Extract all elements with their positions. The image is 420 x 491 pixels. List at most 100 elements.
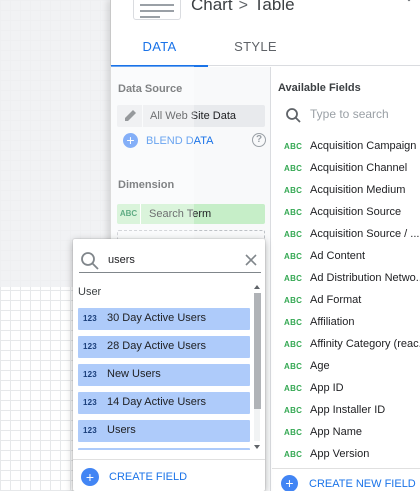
tab-data[interactable]: DATA [111,28,208,67]
available-fields-column: Available Fields Type to search ABC Acqui… [272,67,420,491]
panel-tabs: DATA STYLE [111,28,420,67]
data-source-heading: Data Source [118,83,183,95]
dimension-type-badge: ABC [284,428,303,437]
field-name: Ad Content [310,250,366,262]
dimension-type-badge: ABC [284,230,303,239]
dimension-chip[interactable]: ABC Search Term [117,204,265,224]
chart-type-label: Table [253,0,295,14]
list-item[interactable]: ABC Acquisition Channel [272,158,420,180]
dimension-type-badge: ABC [284,142,303,151]
tab-style[interactable]: STYLE [208,28,303,66]
field-search-input[interactable] [108,254,228,266]
list-item[interactable]: ABC Acquisition Source / ... [272,224,420,246]
panel-header: Chart > Table [111,0,420,26]
field-name: Acquisition Source / ... [310,228,420,240]
chart-label: Chart [191,0,233,14]
list-item[interactable]: 123 30 Day Active Users [78,308,250,330]
plus-circle-icon: + [81,468,99,486]
list-item[interactable]: ABC Acquisition Source [272,202,420,224]
dimension-type-badge: ABC [284,362,303,371]
metric-name: 28 Day Active Users [107,340,207,352]
close-icon[interactable] [243,252,259,268]
help-icon[interactable]: ? [252,133,266,147]
list-item[interactable]: ABC App Installer ID [272,400,420,422]
chart-type-title: Chart > Table [191,0,295,15]
blend-data-label: BLEND DATA [146,135,214,147]
scroll-down-icon[interactable] [253,443,261,451]
dimension-type-badge: ABC [284,406,303,415]
dimension-type-badge: ABC [284,318,303,327]
list-item[interactable]: ABC Acquisition Medium [272,180,420,202]
dimension-type-badge: ABC [284,274,303,283]
list-item[interactable]: 123 Users [78,420,250,442]
dimension-name: Search Term [149,208,212,220]
list-item[interactable]: ABC Age [272,356,420,378]
field-name: App Name [310,426,362,438]
dimension-type-badge: ABC [117,204,141,224]
field-name: App ID [310,382,344,394]
search-icon [286,108,301,123]
search-placeholder: Type to search [310,107,389,121]
list-item[interactable]: 123 28 Day Active Users [78,336,250,358]
list-item[interactable]: ABC Affinity Category (reac... [272,334,420,356]
field-picker-dropdown: User 123 30 Day Active Users 123 28 Day Act… [73,239,265,491]
create-field-label: CREATE FIELD [109,471,188,483]
field-name: Affinity Category (reac... [310,338,420,350]
list-item[interactable]: ABC Affiliation [272,312,420,334]
pencil-icon [125,110,136,121]
data-source-chip[interactable]: All Web Site Data [117,105,265,127]
available-fields-search[interactable]: Type to search [278,104,420,124]
list-item[interactable]: ABC App Name [272,422,420,444]
create-field-button[interactable]: + CREATE FIELD [73,459,265,491]
field-name: Acquisition Medium [310,184,406,196]
field-name: Acquisition Channel [310,162,408,174]
field-group-label: User [78,286,102,298]
table-chart-icon[interactable] [133,0,181,20]
list-item[interactable]: ABC Ad Content [272,246,420,268]
field-name: Age [310,360,330,372]
list-item[interactable] [78,448,250,450]
scroll-up-icon[interactable] [253,283,261,291]
create-new-field-button[interactable]: + CREATE NEW FIELD [272,468,420,491]
metric-name: Users [107,424,136,436]
field-name: Ad Format [310,294,362,306]
field-results-list: 123 30 Day Active Users 123 28 Day Active U… [78,308,250,450]
plus-circle-icon: + [123,133,138,148]
metric-type-badge: 123 [83,314,97,323]
field-name: Acquisition Campaign [310,140,417,152]
field-name: Acquisition Source [310,206,402,218]
list-item[interactable]: 123 New Users [78,364,250,386]
list-item[interactable]: ABC Acquisition Campaign [272,136,420,158]
edit-data-source-button[interactable] [117,105,143,127]
data-source-name: All Web Site Data [150,110,237,122]
dimension-type-badge: ABC [284,340,303,349]
dimension-type-badge: ABC [284,252,303,261]
dimension-type-badge: ABC [284,208,303,217]
field-search-box [79,247,261,273]
list-item[interactable]: ABC Ad Format [272,290,420,312]
create-new-field-label: CREATE NEW FIELD [309,478,416,490]
dimension-type-badge: ABC [284,296,303,305]
field-name: Ad Distribution Netwo... [310,272,420,284]
results-scrollbar[interactable] [253,283,261,451]
metric-type-badge: 123 [83,370,97,379]
dimension-type-badge: ABC [284,450,303,459]
field-name: Affiliation [310,316,355,328]
dimension-type-badge: ABC [284,164,303,173]
metric-name: 30 Day Active Users [107,312,207,324]
list-item[interactable]: 123 14 Day Active Users [78,392,250,414]
dimension-heading: Dimension [118,179,175,191]
chevron-down-icon[interactable] [403,0,415,4]
breadcrumb-separator: > [238,0,248,14]
dimension-type-badge: ABC [284,186,303,195]
scroll-thumb[interactable] [254,293,261,409]
plus-circle-icon: + [281,475,298,491]
blend-data-button[interactable]: + BLEND DATA ? [123,133,268,151]
list-item[interactable]: ABC App Version [272,444,420,466]
metric-name: New Users [107,368,161,380]
metric-type-badge: 123 [83,398,97,407]
dimension-type-badge: ABC [284,384,303,393]
metric-type-badge: 123 [83,342,97,351]
list-item[interactable]: ABC App ID [272,378,420,400]
list-item[interactable]: ABC Ad Distribution Netwo... [272,268,420,290]
